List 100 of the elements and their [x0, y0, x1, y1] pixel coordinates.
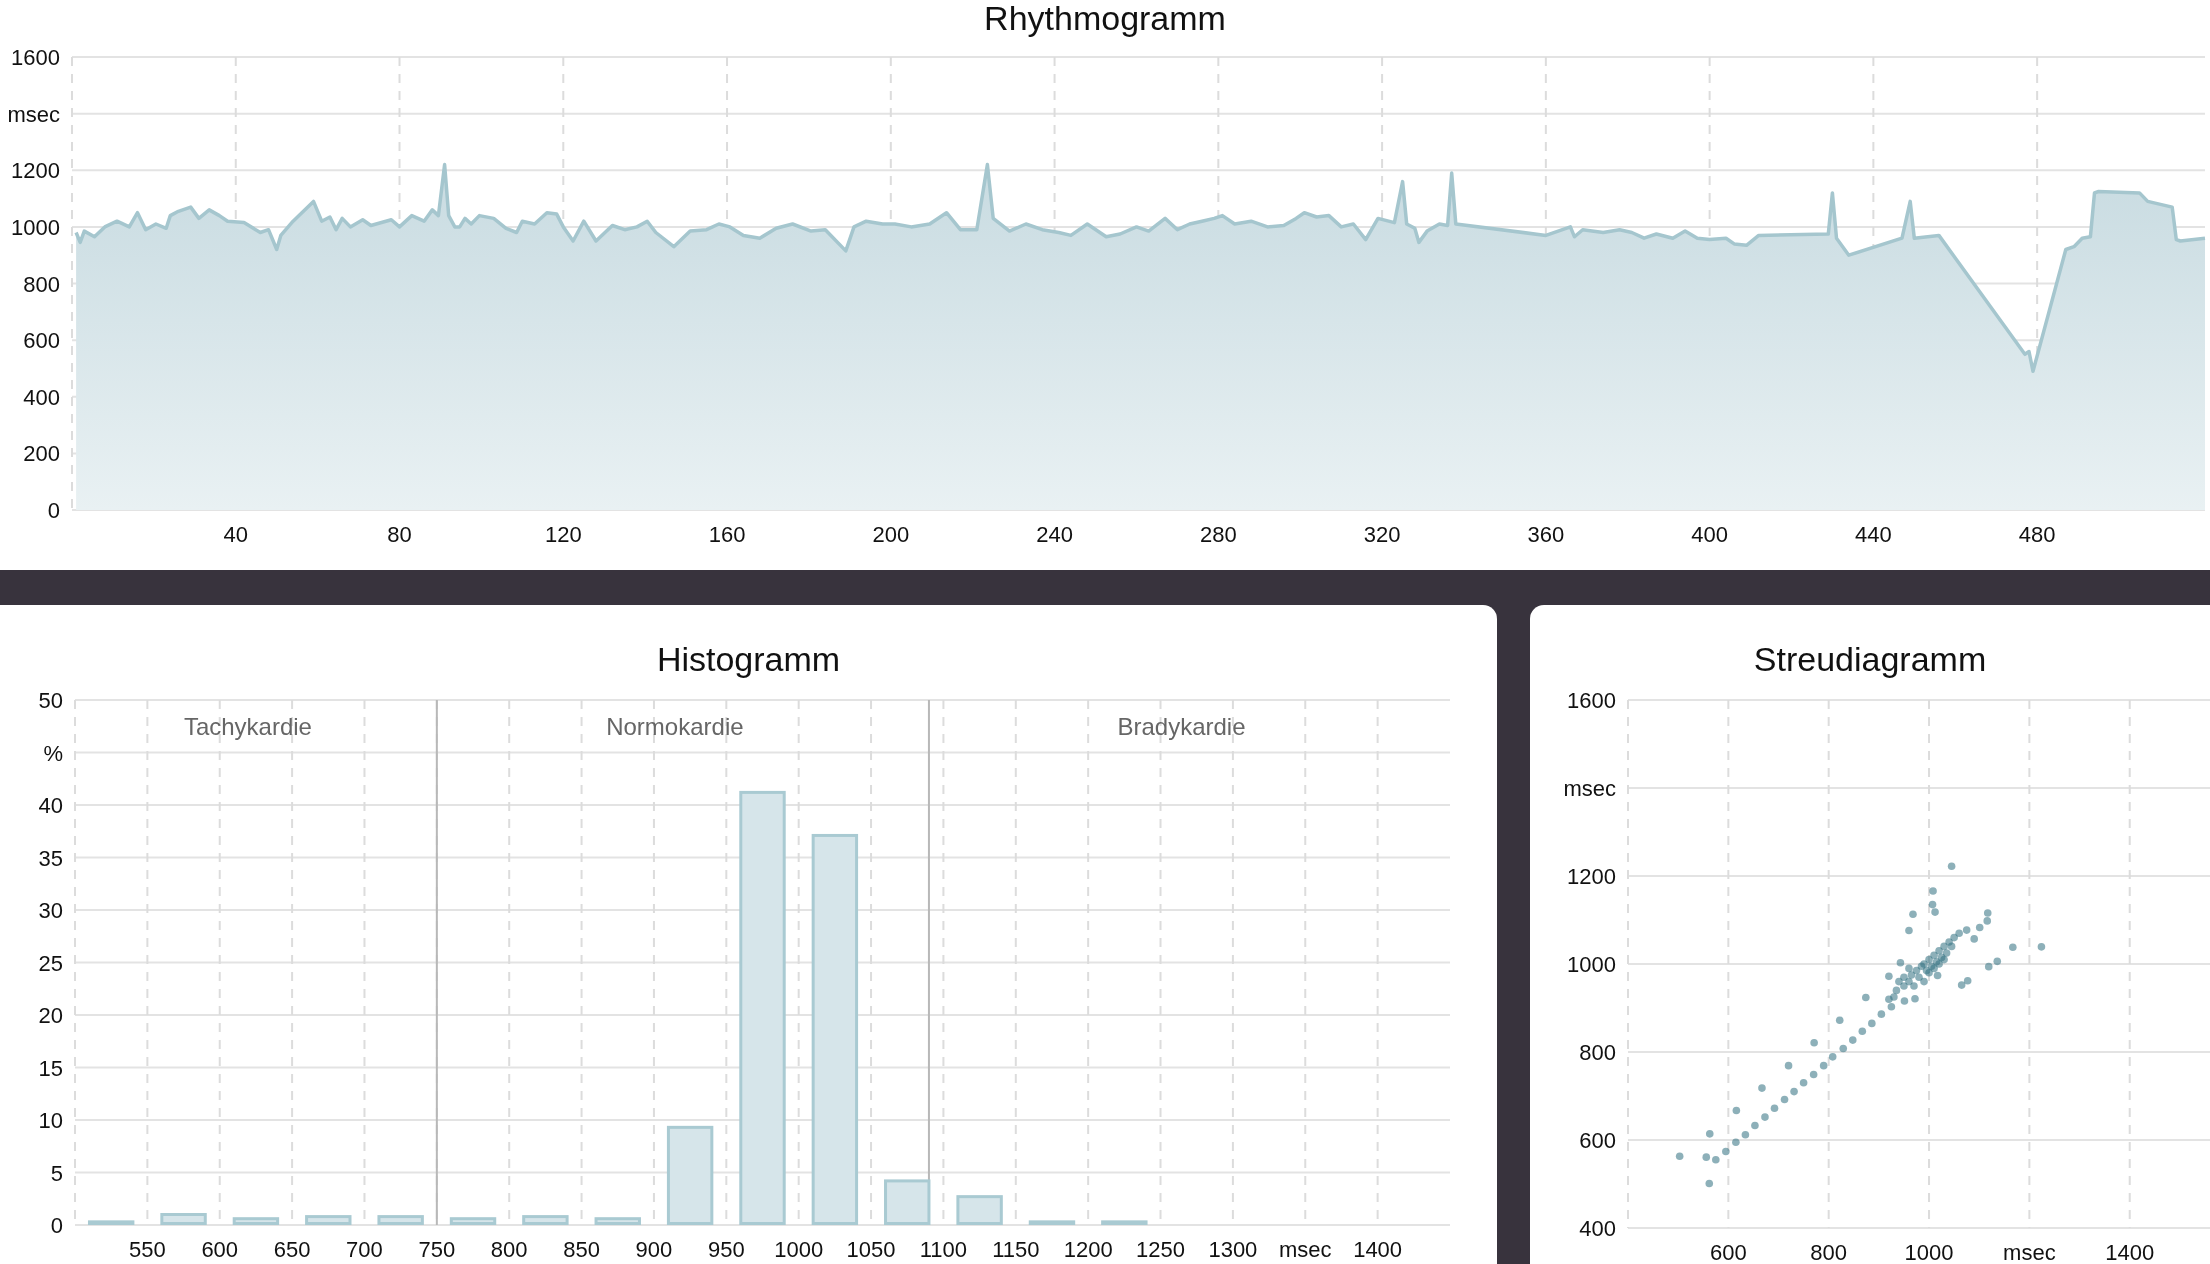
axis-label: 30: [38, 898, 63, 923]
axis-label: 360: [1527, 522, 1565, 547]
histogram-bar: [87, 1220, 135, 1225]
axis-label: 900: [635, 1237, 673, 1262]
axis-label: 600: [1579, 1128, 1616, 1153]
axis-label: 15: [38, 1055, 63, 1081]
histogram-bar: [594, 1217, 641, 1225]
histogram-bar: [160, 1213, 207, 1225]
axis-label: 400: [1579, 1216, 1616, 1241]
axis-label: 25: [38, 950, 63, 976]
axis-label: 1600: [11, 45, 60, 70]
axis-label: 1100: [919, 1237, 968, 1262]
scatter-point: [1885, 972, 1893, 981]
scatter-point: [1675, 1152, 1684, 1161]
axis-label: 850: [563, 1237, 600, 1262]
axis-label: 600: [23, 328, 60, 354]
axis-label: 600: [1710, 1240, 1747, 1264]
scatter-point: [1947, 942, 1956, 951]
axis-label: 400: [1691, 522, 1728, 547]
axis-label: 200: [23, 441, 60, 467]
axis-label: 1000: [774, 1237, 824, 1262]
scatter-point: [1909, 910, 1917, 919]
scatter-point: [1905, 926, 1913, 935]
region-label: Tachykardie: [183, 713, 312, 740]
scatter-point: [1722, 1147, 1730, 1156]
axis-label: 35: [38, 845, 63, 871]
scatter-point: [1758, 1084, 1766, 1092]
scatter-point: [1780, 1095, 1789, 1104]
scatter-point: [1933, 971, 1942, 980]
axis-label: 600: [201, 1237, 239, 1262]
scatter-point: [1858, 1027, 1867, 1036]
axis-label: 5: [50, 1160, 63, 1186]
scatter-point: [1922, 966, 1931, 975]
scatter-point: [1975, 923, 1984, 932]
axis-label: 1150: [992, 1237, 1040, 1262]
axis-label: 1200: [1567, 864, 1616, 889]
scatter-point: [1963, 976, 1972, 985]
axis-label: 0: [47, 498, 60, 523]
scatter-point: [1929, 887, 1937, 895]
histogram-bar: [1101, 1220, 1148, 1225]
axis-label: 10: [38, 1108, 63, 1133]
axis-label: %: [43, 740, 63, 766]
histogram-bar: [449, 1217, 497, 1225]
scatter-point: [1732, 1106, 1741, 1115]
histogram-bar: [522, 1215, 569, 1225]
axis-label: msec: [7, 101, 60, 127]
axis-label: 1000: [1904, 1240, 1954, 1264]
axis-label: 440: [1855, 522, 1892, 547]
scatter-point: [1770, 1104, 1779, 1113]
axis-label: 240: [1036, 522, 1073, 547]
region-label: Bradykardie: [1117, 713, 1246, 740]
axis-label: 160: [708, 522, 746, 547]
axis-label: 1300: [1208, 1237, 1258, 1262]
axis-label: 1250: [1136, 1237, 1185, 1262]
chart-title: Streudiagramm: [1753, 641, 1987, 677]
axis-label: 1200: [1063, 1237, 1113, 1262]
scatter-point: [1984, 962, 1993, 971]
chart-title: Rhythmogramm: [984, 0, 1226, 36]
histogram-bar: [377, 1215, 424, 1225]
scatter-point: [1928, 900, 1937, 909]
scatter-point: [1900, 997, 1909, 1005]
histogram-bar: [956, 1195, 1003, 1225]
axis-label: 1000: [11, 214, 60, 240]
scatter-point: [1892, 986, 1901, 995]
scatter-point: [1947, 862, 1956, 871]
scatter-point: [1706, 1130, 1714, 1138]
scatter-point: [2037, 943, 2046, 951]
scatter-point: [1896, 958, 1905, 967]
axis-label: 40: [38, 793, 63, 818]
histogram-bar: [1028, 1220, 1076, 1225]
scatter-point: [1819, 1061, 1828, 1070]
axis-label: 1200: [11, 158, 60, 184]
scatter-point: [1887, 1002, 1896, 1011]
scatter-point: [1835, 1016, 1844, 1025]
axis-label: 1050: [846, 1237, 896, 1262]
histogram-bar: [305, 1215, 352, 1225]
axis-label: 1400: [2105, 1240, 2155, 1264]
axis-label: 200: [872, 522, 910, 547]
axis-label: 550: [129, 1237, 166, 1262]
scatter-point: [1809, 1070, 1818, 1079]
axis-label: 700: [346, 1237, 383, 1262]
axis-label: 0: [50, 1213, 63, 1238]
axis-label: 120: [544, 522, 582, 547]
axis-label: 400: [23, 384, 60, 410]
histogram-bar: [232, 1217, 280, 1225]
axis-label: 950: [707, 1237, 745, 1262]
scatter-point: [1705, 1179, 1714, 1188]
axis-label: 40: [223, 522, 248, 547]
scatter-point: [1911, 994, 1919, 1003]
scatter-point: [1862, 993, 1870, 1002]
axis-label: 1000: [1567, 952, 1616, 977]
axis-label: 1400: [1353, 1237, 1403, 1262]
region-label: Normokardie: [606, 713, 744, 740]
axis-label: 800: [1579, 1040, 1616, 1065]
histogram-bar: [884, 1179, 931, 1225]
scatter-point: [1912, 966, 1921, 975]
scatter-point: [1784, 1061, 1793, 1070]
axis-label: 650: [273, 1237, 311, 1262]
axis-label: 1600: [1567, 688, 1616, 713]
scatter-point: [1993, 957, 2002, 966]
